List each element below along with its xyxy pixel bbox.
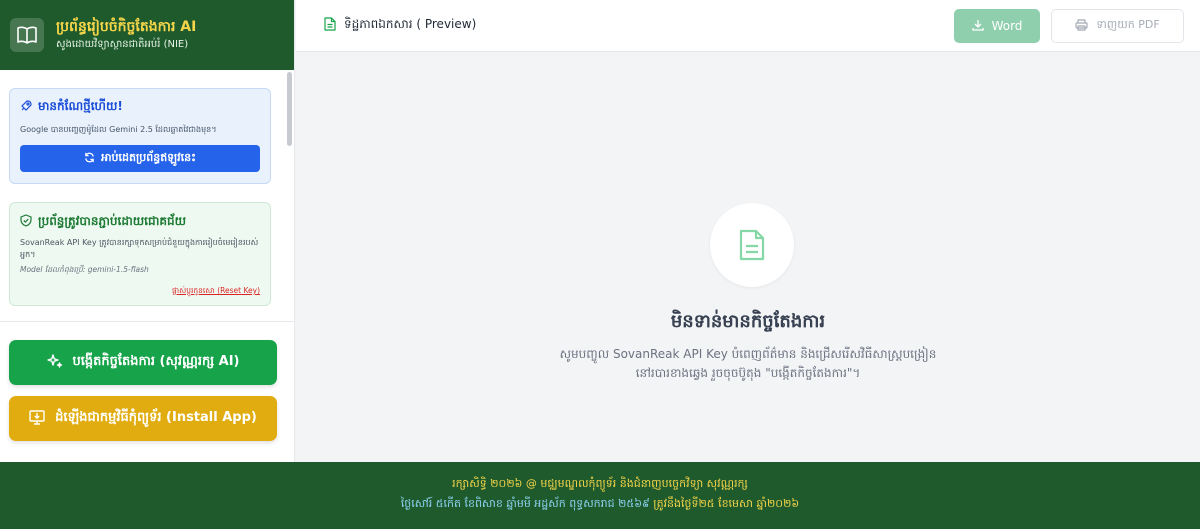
document-icon [324, 16, 336, 34]
sidebar-scrollbar[interactable] [287, 72, 292, 146]
preview-title: ទិដ្ឋភាពឯកសារ ( Preview) [324, 16, 476, 34]
update-system-button-label: អាប់ដេតប្រព័ន្ធឥឡូវនេះ [101, 150, 196, 164]
empty-state-description: សូមបញ្ចូល SovanReak API Key បំពេញព័ត៌មាន… [296, 345, 1200, 383]
empty-state-line-1: សូមបញ្ចូល SovanReak API Key បំពេញព័ត៌មាន… [559, 347, 937, 361]
printer-icon [1075, 18, 1088, 34]
preview-title-text: ទិដ្ឋភាពឯកសារ ( Preview) [344, 17, 477, 31]
refresh-icon [84, 152, 95, 166]
sidebar: ប្រព័ន្ធរៀបចំកិច្ចតែងការ AI សូងដោយវិទ្យា… [0, 0, 295, 462]
preview-area: មិនទាន់មានកិច្ចតែងការ សូមបញ្ចូល SovanRea… [296, 53, 1200, 462]
connection-card: ប្រព័ន្ធត្រូវបានភ្ជាប់ដោយជោគជ័យ SovanRea… [9, 202, 271, 306]
download-pdf-label: ទាញយក PDF [1096, 18, 1160, 31]
footer-lunar-date: ថ្ងៃសៅរ៍ ៥កើត ខែពិសាខ ឆ្នាំមមី អដ្ឋស័ក ព… [400, 497, 650, 510]
sparkles-icon [46, 353, 63, 373]
install-app-button[interactable]: ដំឡើងជាកម្មវិធីកុំព្យូទ័រ (Install App) [9, 396, 277, 441]
update-system-button[interactable]: អាប់ដេតប្រព័ន្ធឥឡូវនេះ [20, 145, 260, 172]
footer-copyright: រក្សាសិទ្ធិ ២០២៦ @ មជ្ឈមណ្ឌលកុំព្យូទ័រ ន… [452, 477, 748, 490]
rocket-icon [20, 97, 32, 116]
download-pdf-button[interactable]: ទាញយក PDF [1051, 9, 1184, 43]
footer: រក្សាសិទ្ធិ ២០២៦ @ មជ្ឈមណ្ឌលកុំព្យូទ័រ ន… [0, 462, 1200, 529]
book-open-icon [10, 18, 44, 52]
download-monitor-icon [29, 409, 45, 429]
update-card-title: មានកំណែថ្មីហើយ! [38, 98, 123, 113]
footer-gregorian-date: ត្រូវនឹងថ្ងៃទី២៥ ខែមេសា ឆ្នាំ២០២៦ [653, 497, 800, 510]
download-word-button[interactable]: Word [954, 9, 1040, 43]
sidebar-scroll-area: មានកំណែថ្មីហើយ! Google បានបញ្ចេញម៉ូដែល G… [0, 70, 294, 462]
preview-toolbar: ទិដ្ឋភាពឯកសារ ( Preview) Word ទាញយក PDF [296, 0, 1200, 52]
shield-check-icon [20, 212, 32, 231]
brand-header: ប្រព័ន្ធរៀបចំកិច្ចតែងការ AI សូងដោយវិទ្យា… [0, 0, 294, 70]
reset-key-link[interactable]: ផ្លាស់ប្តូរកូនសោ (Reset Key) [172, 286, 260, 297]
download-icon [971, 19, 984, 34]
update-card: មានកំណែថ្មីហើយ! Google បានបញ្ចេញម៉ូដែល G… [9, 88, 271, 184]
install-app-label: ដំឡើងជាកម្មវិធីកុំព្យូទ័រ (Install App) [55, 410, 257, 425]
empty-state-line-2: នៅរបារខាងឆ្វេង រួចចុចប៊ូតុង "បង្កើតកិច្ច… [635, 366, 861, 380]
app-subtitle: សូងដោយវិទ្យាស្ថានជាតិអប់រំ (NIE) [56, 39, 189, 50]
model-note: Model ដែលកំពុងប្រើ: gemini-1.5-flash [20, 265, 149, 274]
download-word-label: Word [991, 19, 1023, 33]
connection-card-title: ប្រព័ន្ធត្រូវបានភ្ជាប់ដោយជោគជ័យ [38, 213, 187, 228]
create-lesson-plan-label: បង្កើតកិច្ចតែងការ (សុវណ្ណរក្ស AI) [72, 354, 240, 369]
connection-card-description: SovanReak API Key ត្រូវបានរក្សាទុកសម្រាប… [20, 238, 259, 259]
create-lesson-plan-button[interactable]: បង្កើតកិច្ចតែងការ (សុវណ្ណរក្ស AI) [9, 340, 277, 385]
update-card-description: Google បានបញ្ចេញម៉ូដែល Gemini 2.5 ដែលឆ្ល… [20, 125, 217, 134]
empty-state-document-icon [710, 203, 794, 287]
app-title: ប្រព័ន្ធរៀបចំកិច្ចតែងការ AI [56, 19, 197, 35]
empty-state-title: មិនទាន់មានកិច្ចតែងការ [670, 311, 826, 332]
footer-date: ថ្ងៃសៅរ៍ ៥កើត ខែពិសាខ ឆ្នាំមមី អដ្ឋស័ក ព… [0, 494, 1200, 514]
sidebar-divider [0, 321, 294, 322]
